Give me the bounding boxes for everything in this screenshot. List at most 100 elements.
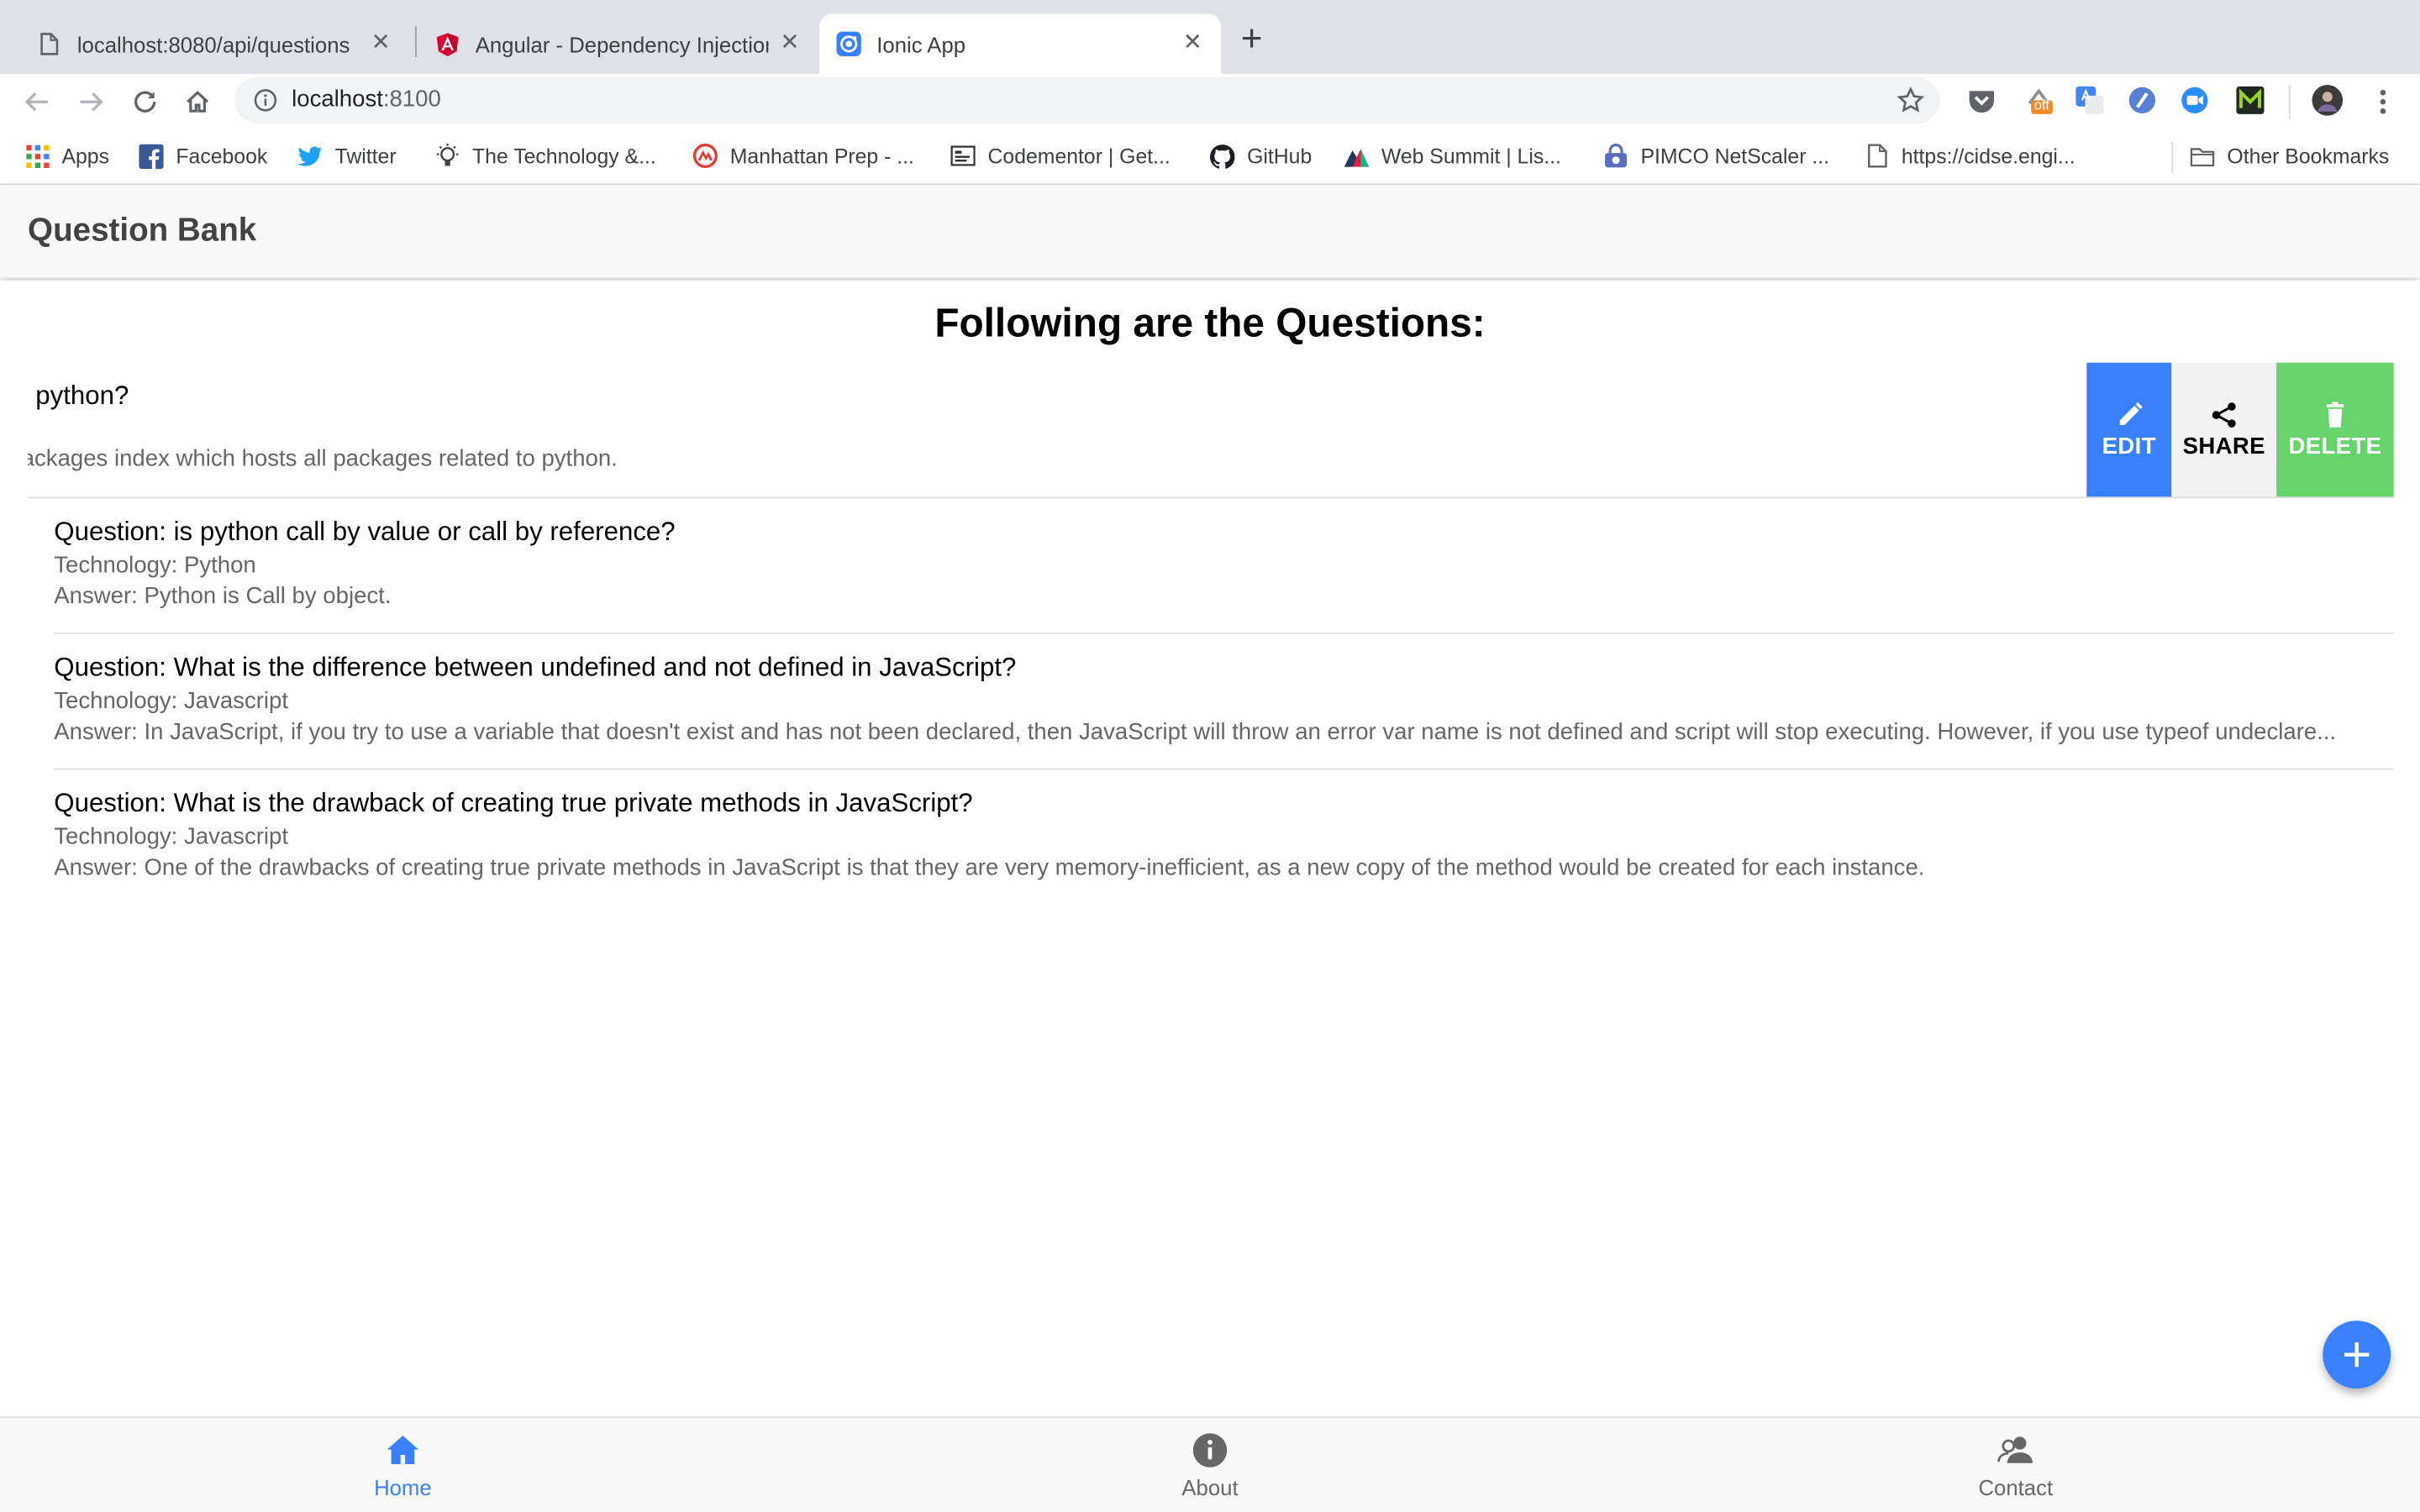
bookmark-apps[interactable]: Apps xyxy=(24,140,109,171)
bookmarks-bar: Apps Facebook Twitter The Technology &..… xyxy=(0,129,2420,186)
home-button[interactable] xyxy=(179,83,216,120)
back-arrow-icon xyxy=(24,92,48,112)
bookmark-label: Codementor | Get... xyxy=(987,144,1171,168)
info-icon xyxy=(1192,1433,1228,1467)
tab-label: Contact xyxy=(1978,1474,2054,1500)
sliding-question-item[interactable]: python? ackages index which hosts all pa… xyxy=(28,362,2394,499)
other-bookmarks-folder[interactable]: Other Bookmarks xyxy=(2190,140,2389,171)
github-icon xyxy=(1210,144,1235,168)
bookmark-web-summit[interactable]: Web Summit | Lis... xyxy=(1344,140,1561,171)
forward-button[interactable] xyxy=(72,83,109,120)
bookmark-the-technology[interactable]: The Technology &... xyxy=(435,140,656,171)
delete-label: DELETE xyxy=(2288,433,2382,459)
add-question-button[interactable] xyxy=(2323,1320,2391,1389)
m-extension-icon[interactable] xyxy=(2235,85,2266,116)
pencil-icon xyxy=(2118,402,2142,425)
question-item[interactable]: Question: What is the drawback of creati… xyxy=(54,770,2393,905)
vpn-extension-icon[interactable] xyxy=(2127,85,2158,116)
close-tab-icon[interactable]: ✕ xyxy=(780,29,799,57)
bookmark-manhattan-prep[interactable]: Manhattan Prep - ... xyxy=(692,140,914,171)
url-host: localhost xyxy=(292,86,383,113)
share-label: SHARE xyxy=(2182,433,2265,459)
bookmark-cidse[interactable]: https://cidse.engi... xyxy=(1865,140,2075,171)
answer-text: Answer: Python is Call by object. xyxy=(54,583,392,610)
edit-button[interactable]: EDIT xyxy=(2086,362,2172,497)
browser-toolbar: localhost:8100 off xyxy=(0,74,2420,130)
new-tab-button[interactable]: + xyxy=(1241,21,1263,59)
facebook-icon xyxy=(139,143,164,169)
bookmark-label: Manhattan Prep - ... xyxy=(729,144,914,168)
tab-divider xyxy=(415,26,417,57)
tab-title: Ionic App xyxy=(876,31,966,57)
question-text: Question: What is the drawback of creati… xyxy=(54,788,973,818)
bookmark-label: Twitter xyxy=(334,144,397,168)
browser-tab-api-questions[interactable]: localhost:8080/api/questions ✕ xyxy=(15,14,408,75)
plus-icon xyxy=(2344,1341,2370,1368)
tab-strip: localhost:8080/api/questions ✕ Angular -… xyxy=(0,0,2420,75)
app-toolbar: Question Bank xyxy=(0,185,2420,278)
bookmark-label: GitHub xyxy=(1247,144,1313,168)
home-icon xyxy=(187,91,209,113)
address-bar[interactable]: localhost:8100 xyxy=(234,76,1940,123)
bookmark-label: Apps xyxy=(61,144,110,168)
tab-title: Angular - Dependency Injection xyxy=(475,31,769,57)
back-button[interactable] xyxy=(18,83,55,120)
technology-text: Technology: Javascript xyxy=(54,688,289,715)
tab-home[interactable]: Home xyxy=(249,1418,557,1512)
folder-icon xyxy=(2190,144,2215,168)
bookmark-github[interactable]: GitHub xyxy=(1210,140,1312,171)
technology-text: Technology: Python xyxy=(54,552,256,579)
answer-text: Answer: In JavaScript, if you try to use… xyxy=(54,718,2337,746)
site-info-icon[interactable] xyxy=(253,88,277,113)
bookmark-label: https://cidse.engi... xyxy=(1901,144,2075,168)
kebab-menu-icon[interactable] xyxy=(2370,87,2395,118)
tab-about[interactable]: About xyxy=(1055,1418,1364,1512)
app-title: Question Bank xyxy=(28,213,257,249)
reload-button[interactable] xyxy=(127,83,164,120)
pocket-extension-icon[interactable] xyxy=(1966,85,1997,116)
browser-window: localhost:8080/api/questions ✕ Angular -… xyxy=(0,0,2420,1512)
question-item[interactable]: Question: is python call by value or cal… xyxy=(54,498,2394,634)
browser-tab-angular[interactable]: Angular - Dependency Injection ✕ xyxy=(420,14,818,75)
bookmark-twitter[interactable]: Twitter xyxy=(297,140,397,171)
close-tab-icon[interactable]: ✕ xyxy=(371,29,391,57)
bookmark-label: The Technology &... xyxy=(472,144,656,168)
bookmark-label: Web Summit | Lis... xyxy=(1381,144,1561,168)
browser-tab-ionic-app[interactable]: Ionic App ✕ xyxy=(819,13,1221,75)
reload-icon xyxy=(134,91,156,113)
question-text: python? xyxy=(35,381,129,411)
zoom-extension-icon[interactable] xyxy=(2179,85,2210,116)
google-translate-extension-icon[interactable] xyxy=(2075,85,2106,116)
web-summit-icon xyxy=(1344,144,1370,168)
lock-icon xyxy=(1603,143,1628,168)
profile-avatar[interactable] xyxy=(2312,85,2344,116)
close-tab-icon[interactable]: ✕ xyxy=(1183,29,1202,57)
bookmark-codementor[interactable]: Codementor | Get... xyxy=(950,140,1171,171)
share-icon xyxy=(2212,402,2236,428)
bookmark-facebook[interactable]: Facebook xyxy=(139,140,267,171)
technology-text: Technology: Javascript xyxy=(54,823,289,851)
answer-text: ackages index which hosts all packages r… xyxy=(28,445,618,473)
bookmark-star-icon[interactable] xyxy=(1897,86,1925,114)
url-port: :8100 xyxy=(382,86,441,113)
home-icon xyxy=(387,1436,419,1465)
honey-extension-icon[interactable]: off xyxy=(2023,85,2054,116)
bookmark-label: Other Bookmarks xyxy=(2227,144,2390,168)
bookmark-pimco-netscaler[interactable]: PIMCO NetScaler ... xyxy=(1603,140,1829,171)
tab-label: Home xyxy=(374,1474,432,1500)
codementor-icon xyxy=(950,144,976,168)
manhattan-prep-icon xyxy=(692,144,718,169)
share-button[interactable]: SHARE xyxy=(2171,362,2277,497)
angular-logo-icon xyxy=(435,32,460,56)
tab-contact[interactable]: Contact xyxy=(1861,1418,2170,1512)
people-icon xyxy=(1997,1436,2033,1463)
delete-button[interactable]: DELETE xyxy=(2276,362,2394,497)
bookmarks-divider xyxy=(2171,141,2174,173)
question-item[interactable]: Question: What is the difference between… xyxy=(54,634,2394,770)
trash-icon xyxy=(2326,401,2344,427)
ionic-logo-icon xyxy=(836,31,861,57)
url-text[interactable]: localhost:8100 xyxy=(292,87,441,113)
tab-label: About xyxy=(1181,1474,1239,1500)
bookmark-label: PIMCO NetScaler ... xyxy=(1640,144,1830,168)
forward-arrow-icon xyxy=(80,92,103,112)
